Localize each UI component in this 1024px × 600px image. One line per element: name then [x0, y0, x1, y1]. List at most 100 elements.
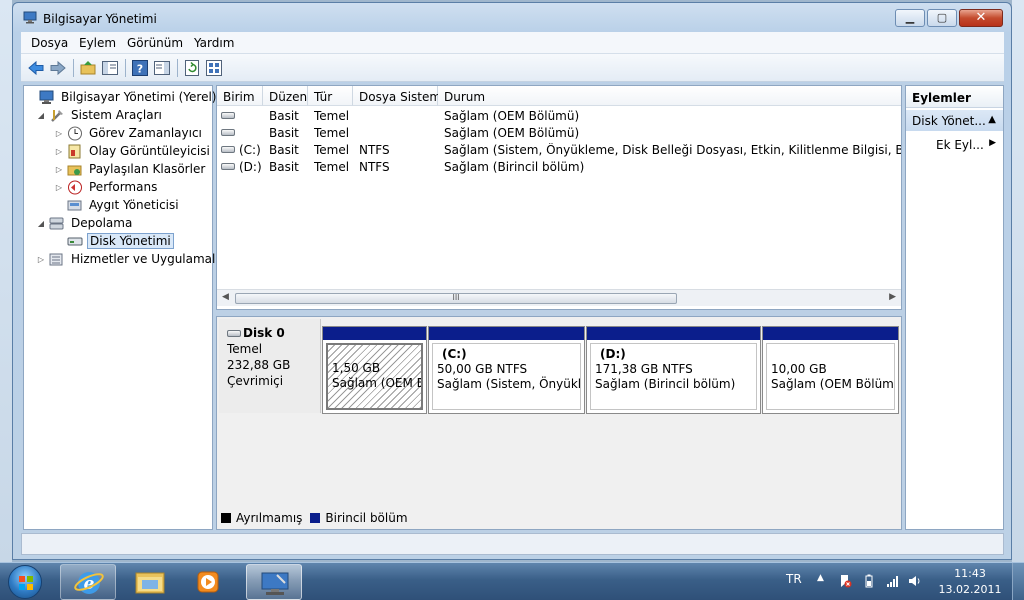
partition-oem-1[interactable]: 1,50 GB Sağlam (OEM Bölü [322, 326, 427, 414]
table-row[interactable]: Basit Temel Sağlam (OEM Bölümü) [217, 124, 901, 141]
cell-status: Sağlam (Birincil bölüm) [444, 160, 585, 174]
menu-file[interactable]: Dosya [31, 36, 68, 50]
partition-status: Sağlam (OEM Bölü [332, 376, 421, 390]
scrollbar-thumb[interactable]: III [235, 293, 677, 304]
battery-icon[interactable] [862, 574, 876, 588]
tree-item-root[interactable]: Bilgisayar Yönetimi (Yerel) [26, 88, 218, 106]
show-hide-tree-icon[interactable] [101, 59, 119, 77]
start-button[interactable] [4, 563, 48, 600]
back-arrow-icon[interactable] [27, 59, 45, 77]
windows-logo-icon [8, 565, 42, 599]
action-center-icon[interactable] [838, 574, 852, 588]
close-button[interactable]: ✕ [959, 9, 1003, 27]
legend-primary: Birincil bölüm [325, 511, 408, 525]
collapse-up-icon[interactable]: ▲ [988, 114, 996, 125]
column-header-file-system[interactable]: Dosya Sistemi [353, 86, 444, 106]
forward-arrow-icon[interactable] [49, 59, 67, 77]
tree-item-label: Görev Zamanlayıcı [89, 126, 202, 140]
table-row[interactable]: (D:) Basit Temel NTFS Sağlam (Birincil b… [217, 158, 901, 175]
partition-oem-2[interactable]: 10,00 GB Sağlam (OEM Bölümü) [762, 326, 899, 414]
clock[interactable]: 11:43 13.02.2011 [930, 566, 1010, 598]
horizontal-scrollbar[interactable]: ◀ III ▶ [217, 289, 901, 306]
up-folder-icon[interactable] [79, 59, 97, 77]
network-signal-icon[interactable] [886, 574, 900, 588]
tree-item-services-apps[interactable]: ▷ Hizmetler ve Uygulamalar [36, 250, 230, 268]
cell-type: Temel [314, 126, 350, 140]
close-icon: ✕ [975, 10, 987, 25]
toolbar-separator [177, 59, 178, 77]
cell-status: Sağlam (OEM Bölümü) [444, 126, 580, 140]
menu-help[interactable]: Yardım [194, 36, 234, 50]
column-header-status[interactable]: Durum [438, 86, 901, 106]
minimize-button[interactable]: ▁ [895, 9, 925, 27]
title-bar[interactable]: Bilgisayar Yönetimi ▁ ▢ ✕ [13, 3, 1011, 31]
partition-bar [429, 327, 584, 340]
partition-c[interactable]: (C:) 50,00 GB NTFS Sağlam (Sistem, Önyük… [428, 326, 585, 414]
partition-size: 171,38 GB NTFS [595, 362, 693, 376]
tree-item-event-viewer[interactable]: ▷ Olay Görüntüleyicisi [54, 142, 212, 160]
refresh-icon[interactable] [183, 59, 201, 77]
disk-0-label[interactable]: Disk 0 Temel 232,88 GB Çevrimiçi [219, 319, 321, 413]
expand-icon[interactable]: ▷ [54, 147, 64, 156]
shared-folder-icon [67, 165, 82, 175]
actions-more-actions[interactable]: Ek Eyl... ▶ [906, 136, 1003, 154]
expand-icon[interactable]: ▷ [36, 255, 46, 264]
partition-size: 1,50 GB [332, 361, 381, 375]
cell-file-system: NTFS [359, 143, 390, 157]
partition-label: (C:) [442, 347, 467, 361]
taskbar-computer-management[interactable] [246, 564, 302, 600]
disk-management-icon [67, 237, 83, 245]
properties-icon[interactable] [205, 59, 223, 77]
show-hidden-icons-icon[interactable]: ▲ [817, 573, 824, 583]
actions-pane: Eylemler Disk Yönet... ▲ Ek Eyl... ▶ [905, 85, 1004, 530]
tree-item-label: Depolama [71, 216, 133, 230]
disk-icon [227, 329, 241, 337]
toolbar: ? [21, 54, 1004, 82]
scroll-left-icon[interactable]: ◀ [222, 292, 229, 302]
column-header-type[interactable]: Tür [308, 86, 353, 106]
volume-icon[interactable] [908, 574, 922, 588]
cell-layout: Basit [269, 160, 299, 174]
clock-time: 11:43 [954, 567, 986, 580]
input-language[interactable]: TR [786, 572, 802, 586]
menu-action[interactable]: Eylem [79, 36, 116, 50]
legend: Ayrılmamış Birincil bölüm [221, 511, 408, 525]
drive-icon [221, 129, 235, 136]
menu-bar: Dosya Eylem Görünüm Yardım [21, 32, 1004, 54]
taskbar: e TR ▲ 11:43 13.02.2011 [0, 562, 1024, 600]
expand-icon[interactable]: ▷ [54, 129, 64, 138]
actions-section-disk-management[interactable]: Disk Yönet... ▲ [906, 110, 1003, 131]
tree-item-performance[interactable]: ▷ Performans [54, 178, 159, 196]
collapse-icon[interactable]: ◢ [36, 219, 46, 228]
help-icon[interactable]: ? [131, 59, 149, 77]
column-header-layout[interactable]: Düzen [263, 86, 308, 106]
show-desktop-button[interactable] [1012, 563, 1024, 600]
cell-layout: Basit [269, 143, 299, 157]
expand-icon[interactable]: ▷ [54, 165, 64, 174]
scroll-right-icon[interactable]: ▶ [889, 292, 896, 302]
cell-layout: Basit [269, 109, 299, 123]
tree-item-task-scheduler[interactable]: ▷ Görev Zamanlayıcı [54, 124, 204, 142]
taskbar-media-player[interactable] [180, 564, 236, 600]
tree-item-system-tools[interactable]: ◢ Sistem Araçları [36, 106, 164, 124]
services-icon [49, 253, 63, 265]
collapse-icon[interactable]: ◢ [36, 111, 46, 120]
toolbar-separator [73, 59, 74, 77]
column-header-volume[interactable]: Birim [217, 86, 263, 106]
show-hide-action-pane-icon[interactable] [153, 59, 171, 77]
table-row[interactable]: Basit Temel Sağlam (OEM Bölümü) [217, 107, 901, 124]
table-row[interactable]: (C:) Basit Temel NTFS Sağlam (Sistem, Ön… [217, 141, 901, 158]
tree-item-device-manager[interactable]: Aygıt Yöneticisi [54, 196, 181, 214]
partition-d[interactable]: (D:) 171,38 GB NTFS Sağlam (Birincil böl… [586, 326, 761, 414]
expand-icon[interactable]: ▷ [54, 183, 64, 192]
maximize-button[interactable]: ▢ [927, 9, 957, 27]
tree-item-shared-folders[interactable]: ▷ Paylaşılan Klasörler [54, 160, 207, 178]
taskbar-explorer[interactable] [122, 564, 178, 600]
device-manager-icon [67, 200, 82, 210]
taskbar-ie[interactable]: e [60, 564, 116, 600]
tree-item-storage[interactable]: ◢ Depolama [36, 214, 134, 232]
tree-item-disk-management[interactable]: Disk Yönetimi [54, 232, 174, 250]
menu-view[interactable]: Görünüm [127, 36, 183, 50]
drive-icon [221, 146, 235, 153]
cell-layout: Basit [269, 126, 299, 140]
